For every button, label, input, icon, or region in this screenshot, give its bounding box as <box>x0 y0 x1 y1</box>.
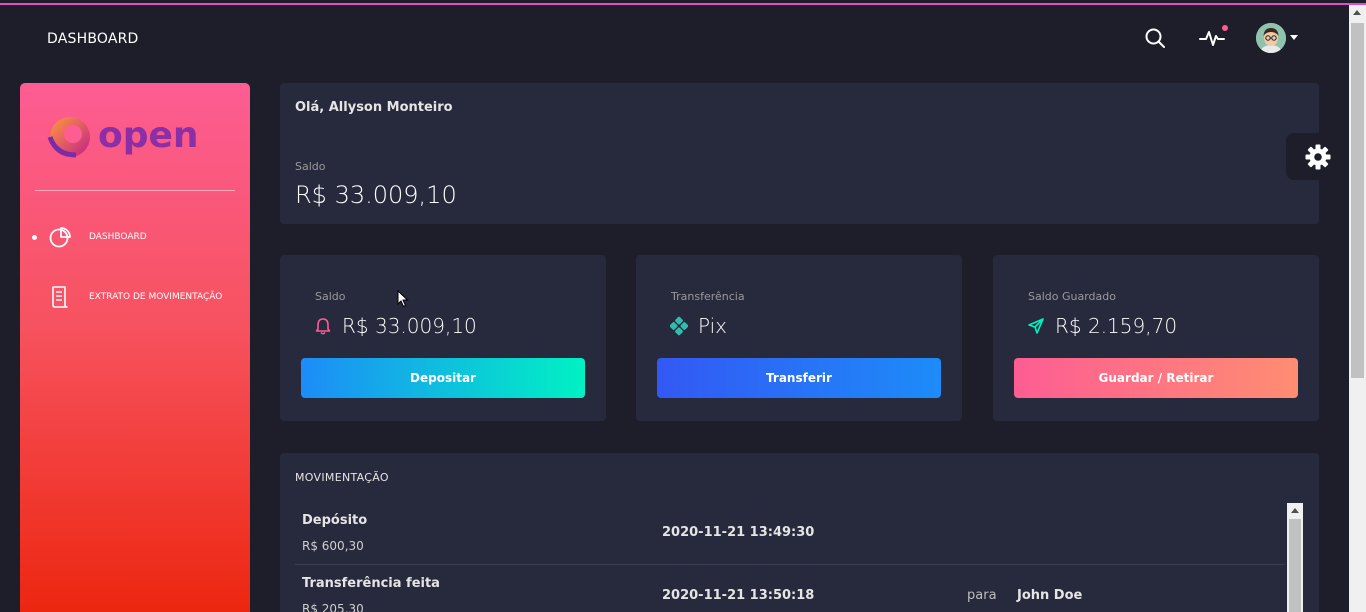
transaction-type: Depósito <box>302 513 368 528</box>
card-label: Transferência <box>671 290 745 303</box>
guardar-retirar-button[interactable]: Guardar / Retirar <box>1014 358 1298 398</box>
saldo-card: Saldo R$ 33.009,10 Depositar <box>280 255 606 421</box>
sidebar: open DASHBOARD EXTRATO DE MOVIMENTAÇÃO <box>20 83 250 612</box>
settings-button[interactable] <box>1286 133 1349 180</box>
transaction-list[interactable]: Depósito R$ 600,30 2020-11-21 13:49:30 T… <box>295 503 1285 612</box>
sidebar-divider <box>35 190 235 191</box>
saldo-label: Saldo <box>295 160 326 173</box>
greeting-text: Olá, Allyson Monteiro <box>295 100 453 115</box>
scroll-up-arrow[interactable] <box>1291 508 1299 513</box>
pix-icon <box>670 316 688 336</box>
saldo-guardado-card: Saldo Guardado R$ 2.159,70 Guardar / Ret… <box>993 255 1319 421</box>
navbar: DASHBOARD <box>0 5 1349 75</box>
avatar[interactable] <box>1256 23 1286 53</box>
page-scrollbar[interactable] <box>1349 5 1366 612</box>
pie-chart-icon <box>49 225 71 249</box>
send-icon <box>1027 316 1045 336</box>
list-scrollbar[interactable] <box>1287 503 1303 612</box>
list-item[interactable]: Transferência feita R$ 205,30 2020-11-21… <box>295 566 1285 612</box>
logo: open <box>46 111 226 161</box>
active-indicator <box>32 234 37 240</box>
sidebar-item-dashboard[interactable]: DASHBOARD <box>20 221 250 253</box>
card-label: Saldo Guardado <box>1028 290 1116 303</box>
transaction-amount: R$ 205,30 <box>302 602 364 612</box>
mouse-cursor <box>397 289 409 308</box>
transaction-amount: R$ 600,30 <box>302 539 364 553</box>
logo-wordmark: open <box>98 115 199 156</box>
saldo-value: R$ 33.009,10 <box>295 181 457 209</box>
chevron-down-icon[interactable] <box>1290 35 1298 40</box>
scroll-thumb[interactable] <box>1351 23 1364 378</box>
recipient-prefix: para <box>967 588 997 603</box>
transaction-datetime: 2020-11-21 13:50:18 <box>662 588 815 603</box>
card-value: Pix <box>698 314 728 338</box>
list-item[interactable]: Depósito R$ 600,30 2020-11-21 13:49:30 <box>295 503 1285 565</box>
card-label: Saldo <box>315 290 346 303</box>
scroll-thumb[interactable] <box>1289 519 1301 612</box>
page-title: DASHBOARD <box>47 31 139 47</box>
search-icon[interactable] <box>1142 25 1168 51</box>
gear-icon <box>1305 144 1330 169</box>
sidebar-item-extrato[interactable]: EXTRATO DE MOVIMENTAÇÃO <box>20 281 250 313</box>
greeting-card: Olá, Allyson Monteiro Saldo R$ 33.009,10 <box>280 83 1319 224</box>
transaction-datetime: 2020-11-21 13:49:30 <box>662 525 815 540</box>
document-icon <box>49 285 71 309</box>
movimentacao-card: MOVIMENTAÇÃO Depósito R$ 600,30 2020-11-… <box>280 453 1319 612</box>
section-title: MOVIMENTAÇÃO <box>295 471 389 484</box>
depositar-button[interactable]: Depositar <box>301 358 585 398</box>
bell-icon <box>314 316 332 336</box>
card-value: R$ 33.009,10 <box>342 314 477 338</box>
scroll-up-arrow[interactable] <box>1353 10 1361 15</box>
notification-dot <box>1222 25 1228 31</box>
transferencia-card: Transferência Pix Transferir <box>636 255 962 421</box>
transferir-button[interactable]: Transferir <box>657 358 941 398</box>
card-value: R$ 2.159,70 <box>1055 314 1178 338</box>
sidebar-item-label: DASHBOARD <box>89 232 147 242</box>
recipient-name: John Doe <box>1017 588 1083 603</box>
sidebar-item-label: EXTRATO DE MOVIMENTAÇÃO <box>89 292 223 302</box>
transaction-type: Transferência feita <box>302 576 440 591</box>
